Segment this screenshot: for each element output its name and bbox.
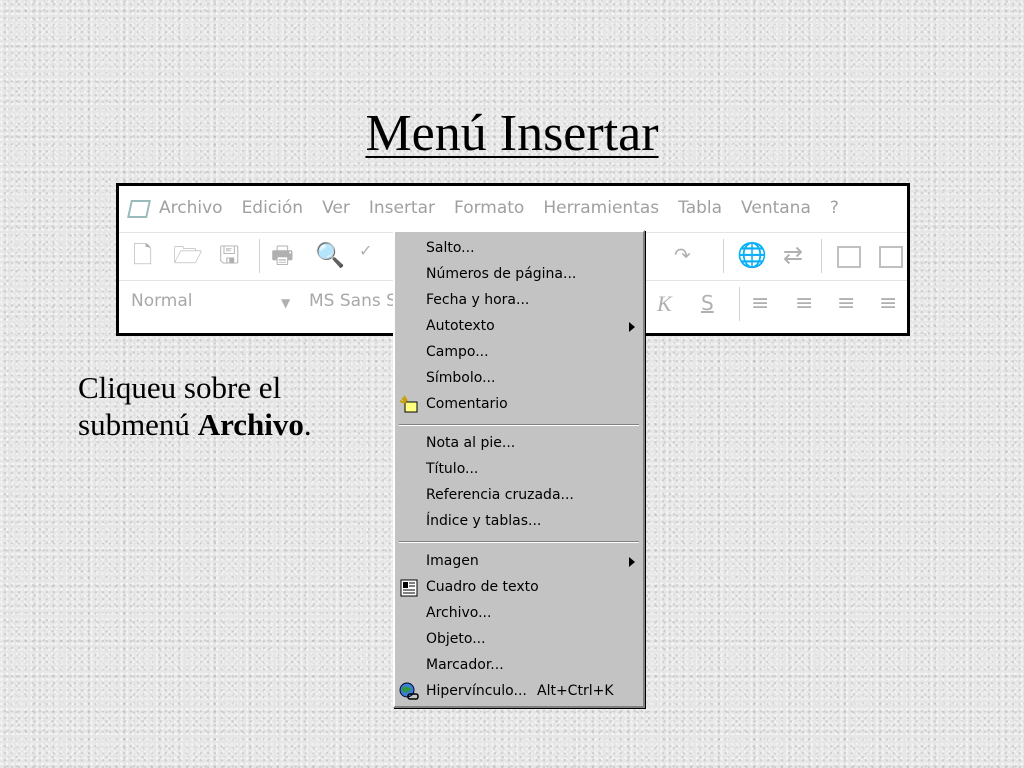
spelling-icon[interactable]: ✓ <box>359 243 372 259</box>
print-preview-icon[interactable]: 🔍 <box>315 243 345 267</box>
redo-icon[interactable]: ↷ <box>674 245 691 265</box>
style-dropdown-arrow-icon[interactable]: ▼ <box>281 297 290 309</box>
menu-archivo[interactable]: Archivo <box>159 198 223 218</box>
align-left-icon[interactable]: ≡ <box>751 293 769 315</box>
menu-separator <box>399 424 639 426</box>
align-right-icon[interactable]: ≡ <box>837 293 855 315</box>
drawing-icon[interactable] <box>837 246 861 268</box>
toolbar-separator <box>723 239 724 273</box>
toolbar-separator <box>259 239 260 273</box>
underline-button[interactable]: S <box>701 293 714 313</box>
menu-item-hipervinculo[interactable]: Hipervínculo... Alt+Ctrl+K <box>395 679 643 705</box>
menu-tabla[interactable]: Tabla <box>678 198 722 218</box>
hyperlink-icon <box>398 681 420 703</box>
open-folder-icon[interactable]: 🗁 <box>173 243 203 267</box>
menu-item-campo[interactable]: Campo... <box>395 340 643 366</box>
save-icon[interactable]: 🖫 <box>219 243 239 267</box>
caption-period: . <box>303 407 312 443</box>
menu-herramientas[interactable]: Herramientas <box>543 198 659 218</box>
insert-table-icon[interactable] <box>879 246 903 268</box>
slide-title: Menú Insertar <box>365 105 659 162</box>
menu-ver[interactable]: Ver <box>322 198 350 218</box>
menu-item-objeto[interactable]: Objeto... <box>395 627 643 653</box>
justify-icon[interactable]: ≡ <box>879 293 897 315</box>
menu-insertar[interactable]: Insertar <box>369 198 435 218</box>
menu-ventana[interactable]: Ventana <box>741 198 811 218</box>
style-dropdown[interactable]: Normal <box>131 291 193 311</box>
menu-formato[interactable]: Formato <box>454 198 524 218</box>
menu-item-comentario[interactable]: Comentario <box>395 392 643 418</box>
menu-item-referencia-cruzada[interactable]: Referencia cruzada... <box>395 483 643 509</box>
menu-item-indice-y-tablas[interactable]: Índice y tablas... <box>395 509 643 535</box>
menu-item-titulo[interactable]: Título... <box>395 457 643 483</box>
menu-item-numeros-de-pagina[interactable]: Números de página... <box>395 262 643 288</box>
toolbar-separator <box>739 287 740 321</box>
document-icon <box>127 198 153 218</box>
menu-item-fecha-y-hora[interactable]: Fecha y hora... <box>395 288 643 314</box>
text-box-icon <box>398 577 420 599</box>
menu-item-imagen[interactable]: Imagen <box>395 549 643 575</box>
menu-item-nota-al-pie[interactable]: Nota al pie... <box>395 431 643 457</box>
web-globe-icon[interactable]: 🌐 <box>737 243 767 267</box>
submenu-arrow-icon <box>629 322 635 332</box>
menu-item-simbolo[interactable]: Símbolo... <box>395 366 643 392</box>
font-dropdown[interactable]: MS Sans S <box>309 291 397 311</box>
instruction-caption: Cliqueu sobre el submenú Archivo. <box>78 369 398 443</box>
menu-item-autotexto[interactable]: Autotexto <box>395 314 643 340</box>
menu-bar: Archivo Edición Ver Insertar Formato Her… <box>119 186 907 230</box>
submenu-arrow-icon <box>629 557 635 567</box>
menu-item-marcador[interactable]: Marcador... <box>395 653 643 679</box>
align-center-icon[interactable]: ≡ <box>795 293 813 315</box>
menu-separator <box>399 541 639 543</box>
menu-item-archivo[interactable]: Archivo... <box>395 601 643 627</box>
shortcut-label: Alt+Ctrl+K <box>537 683 614 699</box>
new-document-icon[interactable]: 🗋 <box>133 243 152 267</box>
toolbar-separator <box>821 239 822 273</box>
comment-icon <box>398 394 420 416</box>
italic-button[interactable]: K <box>657 293 672 315</box>
web-toolbar-icon[interactable]: ⇄ <box>783 243 803 267</box>
menu-item-cuadro-de-texto[interactable]: Cuadro de texto <box>395 575 643 601</box>
insert-menu-dropdown: Salto... Números de página... Fecha y ho… <box>393 230 645 708</box>
menu-edicion[interactable]: Edición <box>242 198 304 218</box>
menu-item-salto[interactable]: Salto... <box>395 236 643 262</box>
caption-bold-text: Archivo <box>197 407 304 443</box>
menu-help[interactable]: ? <box>830 198 839 218</box>
print-icon[interactable]: 🖶 <box>271 243 294 267</box>
